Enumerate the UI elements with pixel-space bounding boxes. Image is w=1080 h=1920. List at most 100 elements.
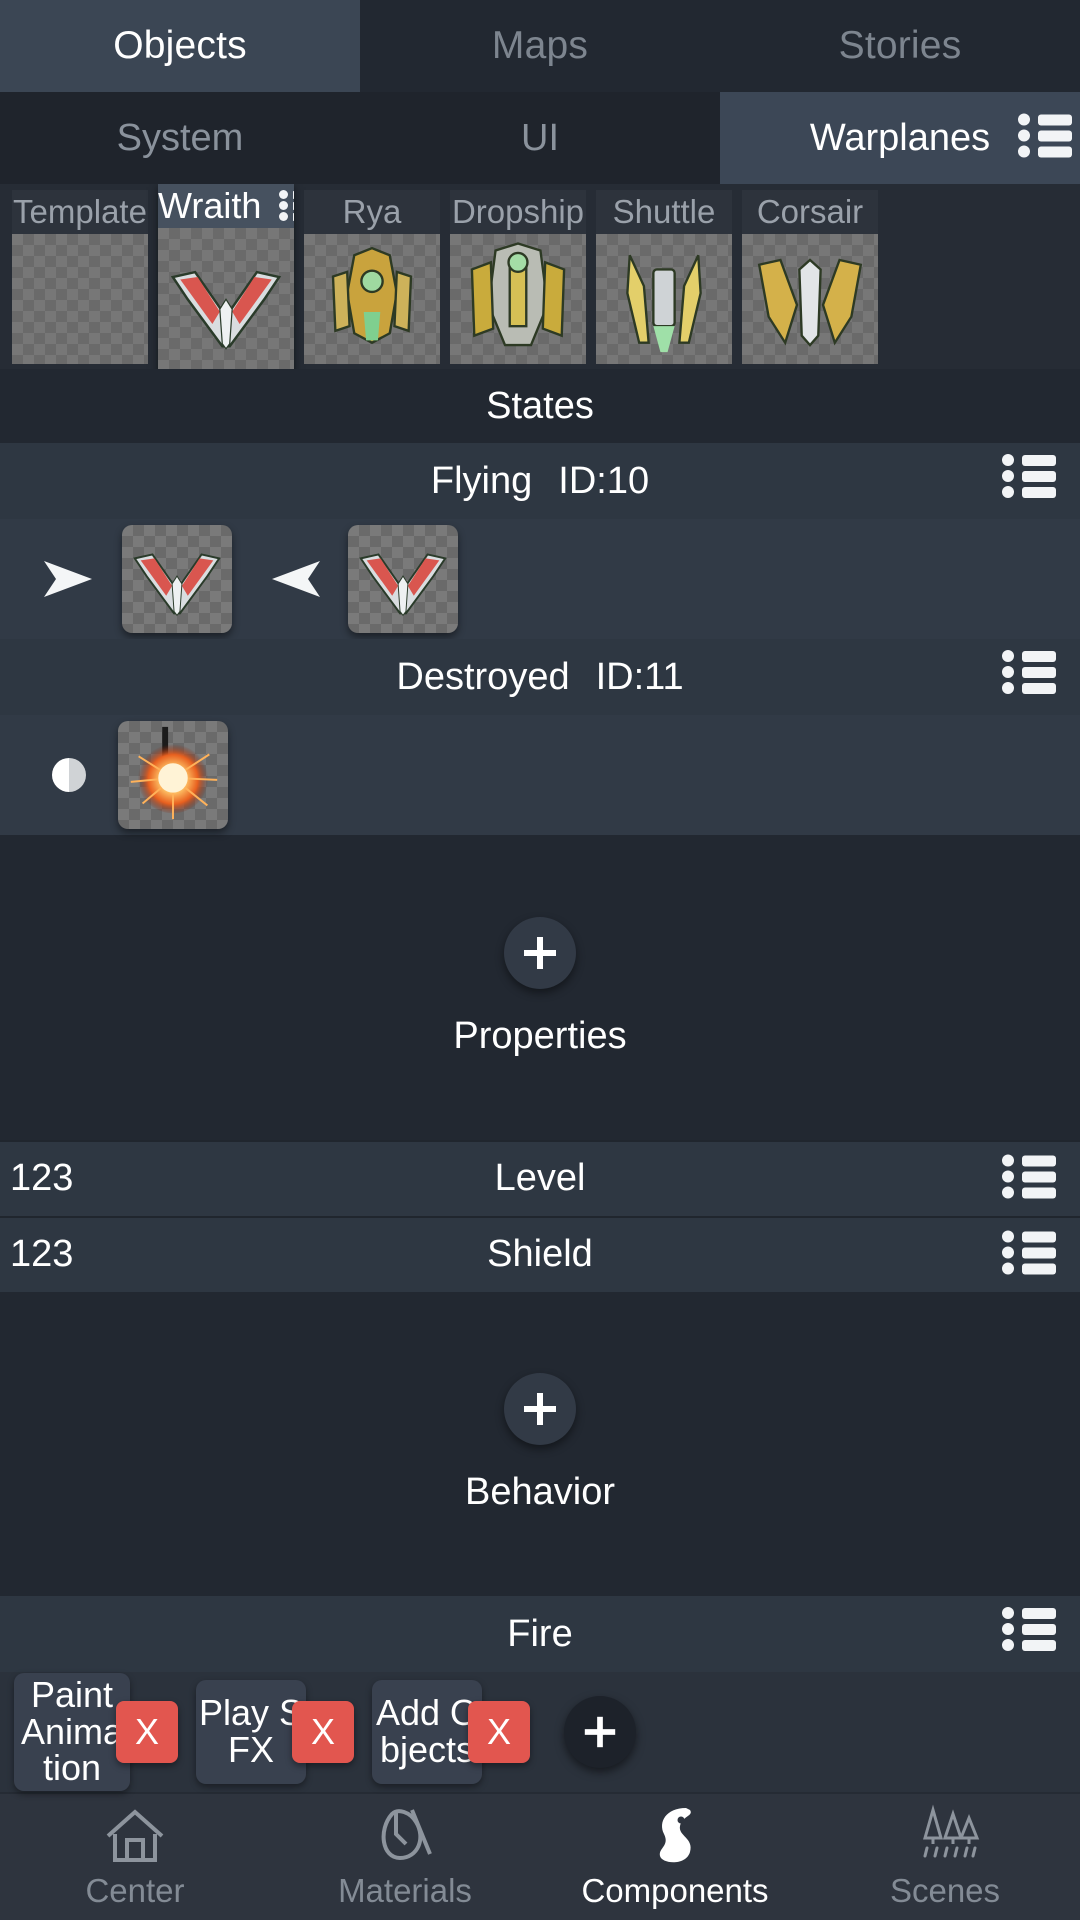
states-section-header: States xyxy=(0,369,1080,443)
nav-label: Scenes xyxy=(889,1872,1001,1909)
state-id: ID:11 xyxy=(595,655,684,698)
chip-label: Add Objects xyxy=(375,1692,479,1770)
shuttle-art xyxy=(626,254,702,353)
behavior-title: Behavior xyxy=(465,1471,615,1514)
tab-system-label: System xyxy=(116,116,244,159)
tab-warplanes-label: Warplanes xyxy=(809,116,991,159)
object-card-label: Rya xyxy=(342,193,402,230)
property-row-shield[interactable]: 123 Shield xyxy=(0,1215,1080,1292)
component-blob-icon xyxy=(659,1808,691,1863)
tab-maps-label: Maps xyxy=(491,24,589,67)
tab-objects[interactable]: Objects xyxy=(0,0,360,92)
chip-play-sfx[interactable]: Play SFX xyxy=(196,1680,306,1784)
property-value[interactable]: 123 xyxy=(10,1233,73,1276)
state-frames-flying[interactable] xyxy=(0,519,1080,639)
object-thumbnail xyxy=(12,234,148,364)
chip-group-add-objects: Add Objects X xyxy=(372,1680,530,1784)
list-icon xyxy=(1002,649,1056,695)
plus-icon xyxy=(524,1393,556,1426)
property-menu-button[interactable] xyxy=(1002,1229,1056,1280)
object-thumbnail xyxy=(450,234,586,364)
dropship-art xyxy=(470,242,566,347)
arrow-right-icon[interactable] xyxy=(38,555,100,603)
object-card-label: Template xyxy=(13,193,147,230)
secondary-tab-bar: System UI Warplanes xyxy=(0,92,1080,184)
object-card-label: Wraith xyxy=(158,185,262,226)
primary-tab-bar: Objects Maps Stories xyxy=(0,0,1080,92)
wraith-frame-art xyxy=(359,553,447,617)
object-card-dropship[interactable]: Dropship xyxy=(450,190,586,364)
nav-label: Center xyxy=(85,1872,185,1909)
tab-objects-label: Objects xyxy=(113,24,247,67)
state-menu-button[interactable] xyxy=(1002,649,1056,705)
behavior-row-fire[interactable]: Fire xyxy=(0,1596,1080,1672)
object-card-wraith[interactable]: Wraith xyxy=(158,184,294,369)
list-icon xyxy=(1002,453,1056,499)
plus-icon xyxy=(524,936,556,969)
wraith-art xyxy=(170,270,282,350)
chip-remove-label: X xyxy=(310,1711,335,1752)
frame-thumbnail[interactable] xyxy=(122,525,232,633)
property-menu-button[interactable] xyxy=(1002,1153,1056,1204)
plus-icon xyxy=(584,1716,616,1748)
state-name: Flying xyxy=(430,459,533,502)
object-card-label: Corsair xyxy=(756,193,864,230)
nav-item-scenes[interactable]: Scenes xyxy=(810,1794,1080,1920)
object-card-template[interactable]: Template xyxy=(12,190,148,364)
corsair-art xyxy=(757,258,863,347)
tab-maps[interactable]: Maps xyxy=(360,0,720,92)
object-thumbnail xyxy=(596,234,732,364)
property-name: Level xyxy=(494,1157,586,1199)
chip-label: Play SFX xyxy=(198,1692,304,1770)
frame-thumbnail[interactable] xyxy=(118,721,228,829)
state-row-destroyed[interactable]: Destroyed ID:11 xyxy=(0,639,1080,715)
properties-add-band: Behavior xyxy=(0,1291,1080,1596)
add-behavior-action-button[interactable] xyxy=(564,1696,636,1768)
object-card-label: Shuttle xyxy=(612,193,716,230)
chip-remove-button[interactable]: X xyxy=(292,1701,354,1763)
chip-paint-animation[interactable]: Paint Animation xyxy=(14,1672,130,1792)
tab-stories[interactable]: Stories xyxy=(720,0,1080,92)
tab-system[interactable]: System xyxy=(0,92,360,184)
states-title: States xyxy=(486,384,594,427)
chip-remove-button[interactable]: X xyxy=(468,1701,530,1763)
frame-thumbnail[interactable] xyxy=(348,525,458,633)
nav-label: Components xyxy=(581,1872,769,1909)
chip-add-objects[interactable]: Add Objects xyxy=(372,1680,482,1784)
property-value[interactable]: 123 xyxy=(10,1157,73,1200)
object-card-label: Dropship xyxy=(451,193,585,230)
tab-ui-label: UI xyxy=(521,116,559,159)
property-row-level[interactable]: 123 Level xyxy=(0,1139,1080,1216)
state-frames-destroyed[interactable] xyxy=(0,715,1080,835)
list-icon xyxy=(1002,1153,1056,1199)
object-thumbnail xyxy=(304,234,440,364)
nav-item-materials[interactable]: Materials xyxy=(270,1794,540,1920)
property-name: Shield xyxy=(487,1233,593,1275)
list-icon xyxy=(1002,1606,1056,1652)
add-state-button[interactable] xyxy=(504,916,576,989)
list-icon xyxy=(1002,1229,1056,1275)
state-name: Destroyed xyxy=(396,655,570,698)
object-card-corsair[interactable]: Corsair xyxy=(742,190,878,364)
state-menu-button[interactable] xyxy=(1002,453,1056,509)
object-thumbnail-strip[interactable]: Template Wraith Rya Dropship Shuttle Cor… xyxy=(0,184,1080,369)
wraith-frame-art xyxy=(133,553,221,617)
state-row-flying[interactable]: Flying ID:10 xyxy=(0,443,1080,519)
paint-icon xyxy=(381,1809,432,1861)
object-card-shuttle[interactable]: Shuttle xyxy=(596,190,732,364)
behavior-menu-button[interactable] xyxy=(1002,1606,1056,1662)
half-circle-icon[interactable] xyxy=(52,758,86,792)
rya-art xyxy=(331,246,413,345)
nav-item-components[interactable]: Components xyxy=(540,1794,810,1920)
object-card-rya[interactable]: Rya xyxy=(304,190,440,364)
chip-remove-button[interactable]: X xyxy=(116,1701,178,1763)
trees-icon xyxy=(923,1804,980,1858)
warplanes-menu-button[interactable] xyxy=(1018,113,1072,164)
list-icon[interactable] xyxy=(279,190,294,222)
add-property-button[interactable] xyxy=(504,1373,576,1446)
nav-item-center[interactable]: Center xyxy=(0,1794,270,1920)
arrow-left-icon[interactable] xyxy=(264,555,326,603)
tab-ui[interactable]: UI xyxy=(360,92,720,184)
properties-title: Properties xyxy=(453,1014,627,1057)
chip-remove-label: X xyxy=(486,1711,511,1752)
